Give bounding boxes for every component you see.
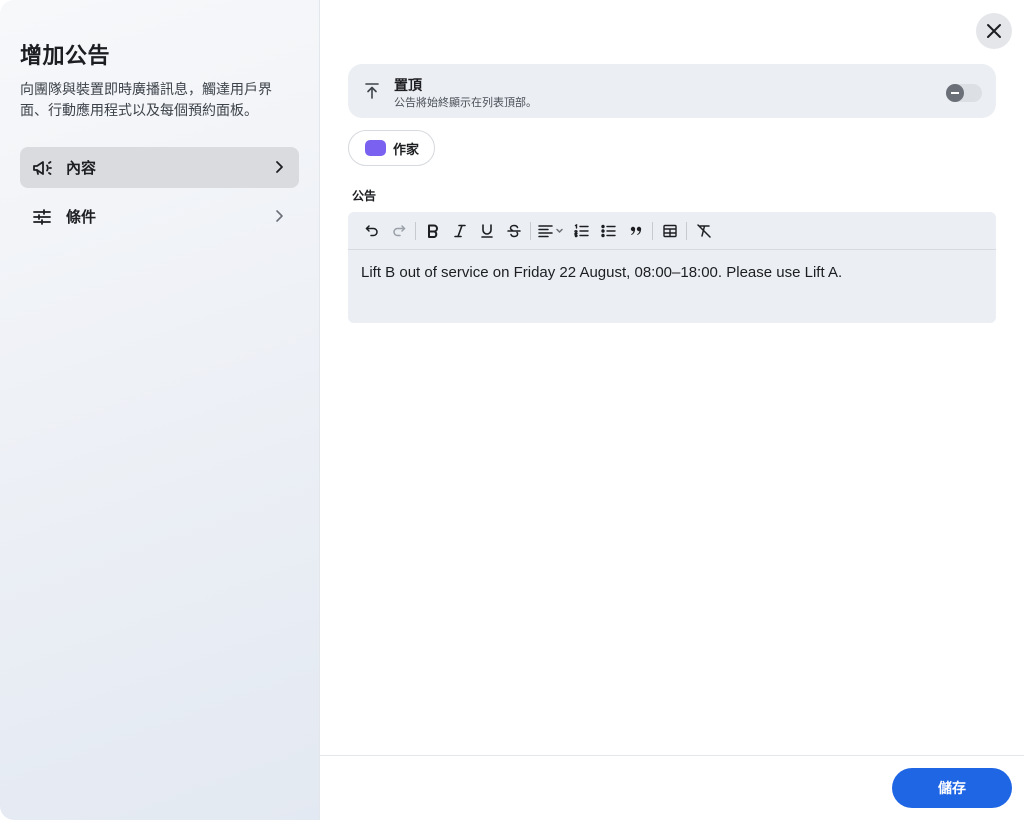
strikethrough-icon bbox=[506, 224, 521, 237]
add-announcement-dialog: 增加公告 向團隊與裝置即時廣播訊息，觸達用戶界面、行動應用程式以及每個預約面板。… bbox=[0, 0, 1024, 820]
pin-subtitle: 公告將始終顯示在列表頂部。 bbox=[394, 96, 537, 109]
chevron-right-icon bbox=[271, 208, 287, 224]
ordered-list-button[interactable] bbox=[568, 219, 595, 243]
italic-button[interactable] bbox=[446, 219, 473, 243]
bold-icon bbox=[427, 224, 438, 238]
align-icon bbox=[538, 224, 563, 237]
toolbar-divider bbox=[415, 221, 416, 240]
bullet-list-button[interactable] bbox=[595, 219, 622, 243]
toolbar-divider bbox=[530, 221, 531, 240]
megaphone-icon bbox=[32, 158, 52, 178]
clear-format-button[interactable] bbox=[690, 219, 717, 243]
dialog-title: 增加公告 bbox=[20, 44, 111, 69]
sidebar-item-label: 內容 bbox=[66, 159, 97, 177]
save-button[interactable]: 儲存 bbox=[892, 768, 1012, 808]
undo-icon bbox=[365, 224, 378, 236]
chevron-right-icon bbox=[271, 159, 287, 175]
sidebar: 增加公告 向團隊與裝置即時廣播訊息，觸達用戶界面、行動應用程式以及每個預約面板。… bbox=[0, 0, 320, 820]
quote-icon bbox=[630, 226, 641, 235]
dialog-description: 向團隊與裝置即時廣播訊息，觸達用戶界面、行動應用程式以及每個預約面板。 bbox=[20, 82, 272, 119]
italic-icon bbox=[453, 224, 466, 237]
pin-setting-card: 置頂 公告將始終顯示在列表頂部。 bbox=[348, 64, 996, 118]
sidebar-item-label: 條件 bbox=[66, 208, 97, 226]
underline-icon bbox=[480, 223, 493, 238]
close-icon bbox=[985, 22, 1003, 40]
clear-format-icon bbox=[696, 223, 711, 238]
announcement-label: 公告 bbox=[352, 189, 377, 203]
announcement-text[interactable]: Lift B out of service on Friday 22 Augus… bbox=[361, 264, 842, 281]
bullet-list-icon bbox=[601, 224, 616, 237]
strikethrough-button[interactable] bbox=[500, 219, 527, 243]
close-button[interactable] bbox=[976, 13, 1012, 49]
sidebar-item-content[interactable]: 內容 bbox=[20, 147, 299, 188]
undo-button[interactable] bbox=[358, 219, 385, 243]
sidebar-item-conditions[interactable]: 條件 bbox=[20, 196, 299, 237]
author-chip[interactable]: 作家 bbox=[348, 130, 435, 166]
align-dropdown[interactable] bbox=[534, 219, 568, 243]
editor-toolbar bbox=[348, 212, 996, 250]
table-button[interactable] bbox=[656, 219, 683, 243]
toolbar-divider bbox=[686, 221, 687, 240]
redo-icon bbox=[392, 224, 405, 236]
pin-title: 置頂 bbox=[394, 78, 422, 94]
underline-button[interactable] bbox=[473, 219, 500, 243]
pin-toggle[interactable] bbox=[946, 84, 982, 102]
announcement-editor: Lift B out of service on Friday 22 Augus… bbox=[348, 212, 996, 323]
toggle-knob-icon bbox=[946, 84, 964, 102]
author-color-swatch bbox=[365, 140, 386, 156]
sliders-icon bbox=[32, 207, 52, 227]
redo-button[interactable] bbox=[385, 219, 412, 243]
table-icon bbox=[662, 224, 677, 237]
quote-button[interactable] bbox=[622, 219, 649, 243]
pin-to-top-icon bbox=[362, 81, 382, 101]
toolbar-divider bbox=[652, 221, 653, 240]
bold-button[interactable] bbox=[419, 219, 446, 243]
author-label: 作家 bbox=[393, 142, 420, 158]
ordered-list-icon bbox=[574, 223, 589, 237]
